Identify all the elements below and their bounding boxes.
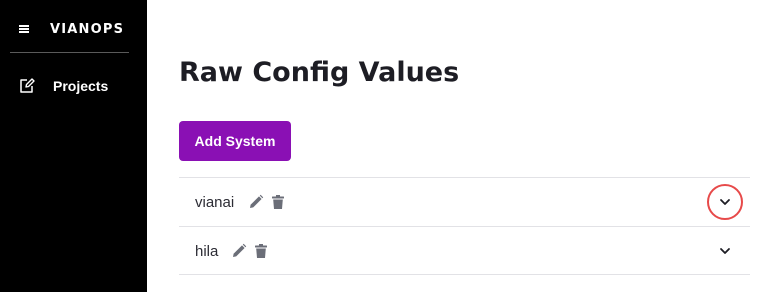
system-row-vianai[interactable]: vianai [179,177,750,226]
row-actions [248,193,286,211]
trash-icon[interactable] [253,243,269,259]
chevron-down-icon[interactable] [716,242,734,260]
chevron-down-icon[interactable] [716,193,734,211]
trash-icon[interactable] [270,194,286,210]
systems-list: vianai hila [179,177,750,275]
page-title: Raw Config Values [179,57,460,88]
main-content: Raw Config Values Add System vianai hila [147,0,766,292]
system-row-hila[interactable]: hila [179,226,750,275]
pencil-icon[interactable] [231,243,247,259]
sidebar-divider [10,52,129,53]
add-system-button[interactable]: Add System [179,121,291,161]
sidebar-item-label: Projects [53,78,109,94]
edit-document-icon [20,78,35,93]
row-actions [231,242,269,260]
pencil-icon[interactable] [248,194,264,210]
system-name: vianai [195,194,235,211]
hamburger-menu-icon[interactable] [19,25,29,33]
sidebar-header: VIANOPS [0,0,147,53]
brand-logo: VIANOPS [50,22,125,37]
system-name: hila [195,243,219,260]
sidebar-item-projects[interactable]: Projects [0,70,147,102]
sidebar: VIANOPS Projects [0,0,147,292]
